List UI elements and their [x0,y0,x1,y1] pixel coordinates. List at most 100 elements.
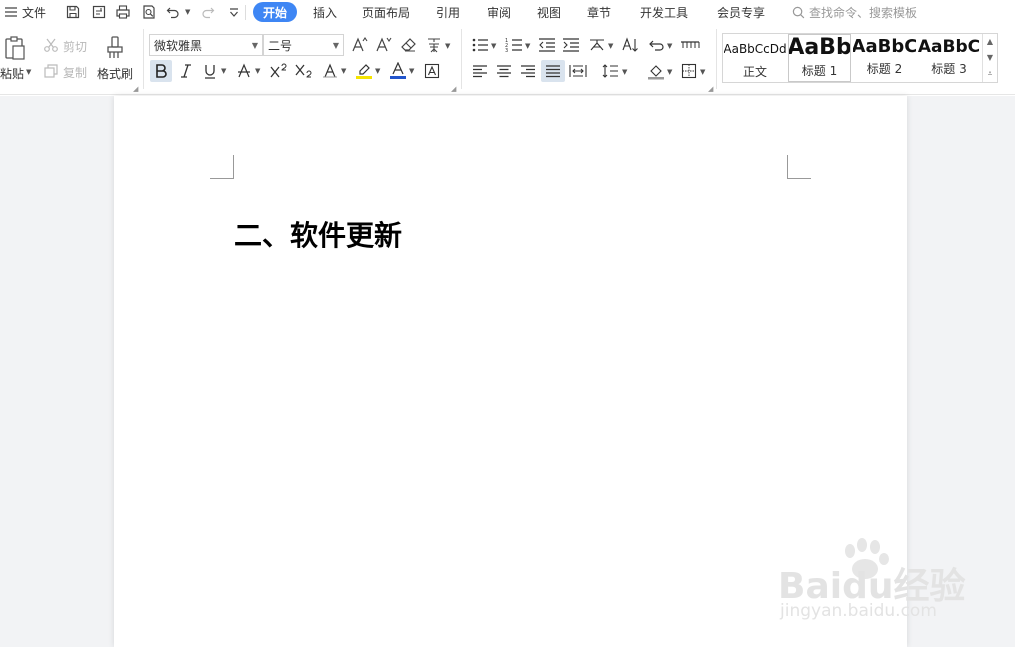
increase-indent-icon[interactable] [561,35,581,55]
expand-gallery-icon[interactable]: ⩡ [988,69,993,79]
font-size-select[interactable]: 二号 ▼ [263,34,344,56]
tab-home[interactable]: 开始 [253,2,297,22]
print-icon[interactable] [114,3,132,21]
increase-font-size-icon[interactable] [350,35,370,55]
style-name: 正文 [742,65,767,79]
style-heading-1[interactable]: AaBb 标题 1 [788,34,851,82]
decrease-indent-icon[interactable] [537,35,557,55]
copy-button[interactable]: 复制 [63,64,87,81]
style-preview: AaBb [788,35,851,60]
bullet-dropdown-icon[interactable]: ▼ [491,42,496,50]
marks-dropdown-icon[interactable]: ▼ [667,42,672,50]
phonetic-dropdown-icon[interactable]: ▼ [445,42,450,50]
tab-page-layout[interactable]: 页面布局 [362,4,410,21]
style-name: 标题 3 [931,62,967,76]
font-size-value: 二号 [268,38,293,53]
text-effects-dropdown-icon[interactable]: ▼ [341,67,346,75]
numbering-dropdown-icon[interactable]: ▼ [525,42,530,50]
menu-bar: 文件 ▼ 开始 插入 页面布局 引用 审阅 视图 章节 开发工具 会员专享 查找… [0,0,1015,25]
font-name-value: 微软雅黑 [154,38,203,53]
justify-icon[interactable] [541,60,565,82]
chevron-down-icon: ▼ [332,40,339,50]
styles-scrollbar[interactable]: ▲ ▼ ⩡ [982,34,997,82]
font-color-dropdown-icon[interactable]: ▼ [409,67,414,75]
chevron-down-icon[interactable]: ▼ [987,53,993,62]
font-color-button[interactable] [388,60,408,82]
cut-button[interactable]: 剪切 [63,38,87,55]
style-heading-3[interactable]: AaBbC 标题 3 [918,34,980,82]
highlight-color-button[interactable] [354,60,374,82]
shading-dropdown-icon[interactable]: ▼ [667,68,672,76]
style-preview: AaBbC [853,36,916,57]
undo-icon[interactable] [164,3,182,21]
underline-button[interactable] [200,60,220,82]
strikethrough-dropdown-icon[interactable]: ▼ [255,67,260,75]
document-heading[interactable]: 二、软件更新 [234,214,402,254]
chevron-up-icon[interactable]: ▲ [987,37,993,46]
subscript-button[interactable] [293,60,315,82]
file-menu[interactable]: 文件 [22,4,46,21]
text-effects-button[interactable] [320,60,340,82]
style-preview: AaBbC [918,37,980,57]
align-left-icon[interactable] [470,61,490,81]
bullet-list-icon[interactable] [470,35,490,55]
clipboard-launcher-icon[interactable]: ◢ [133,85,138,93]
font-name-select[interactable]: 微软雅黑 ▼ [149,34,263,56]
borders-icon[interactable] [679,61,699,81]
style-normal[interactable]: AaBbCcDd 正文 [724,34,786,82]
chinese-layout-icon[interactable] [587,35,607,55]
save-icon[interactable] [64,3,82,21]
style-name: 标题 1 [801,64,838,78]
search-placeholder: 查找命令、搜索模板 [809,6,918,20]
chinese-layout-dropdown-icon[interactable]: ▼ [608,42,613,50]
show-hide-marks-icon[interactable] [646,35,666,55]
undo-dropdown-icon[interactable]: ▼ [185,8,190,16]
paste-button[interactable]: 粘贴 [0,65,24,82]
clear-formatting-icon[interactable] [399,35,419,55]
line-spacing-icon[interactable] [600,61,620,81]
margin-marker-top-right [787,155,811,179]
font-launcher-icon[interactable]: ◢ [451,85,456,93]
tab-developer-tools[interactable]: 开发工具 [640,4,688,21]
tab-insert[interactable]: 插入 [313,4,337,21]
hamburger-icon[interactable] [2,3,20,21]
paragraph-launcher-icon[interactable]: ◢ [708,85,713,93]
redo-icon[interactable] [199,3,217,21]
style-heading-2[interactable]: AaBbC 标题 2 [853,34,916,82]
numbered-list-icon[interactable]: 123 [504,35,524,55]
highlight-dropdown-icon[interactable]: ▼ [375,67,380,75]
tab-review[interactable]: 审阅 [487,4,511,21]
export-pdf-icon[interactable] [90,3,108,21]
decrease-font-size-icon[interactable] [374,35,394,55]
align-right-icon[interactable] [518,61,538,81]
print-preview-icon[interactable] [140,3,158,21]
tab-references[interactable]: 引用 [436,4,460,21]
paste-dropdown-icon[interactable]: ▼ [26,68,31,76]
italic-button[interactable] [176,60,196,82]
distributed-align-icon[interactable] [568,61,588,81]
command-search[interactable]: 查找命令、搜索模板 [792,4,917,21]
phonetic-guide-icon[interactable] [424,35,444,55]
customize-toolbar-icon[interactable] [225,3,243,21]
format-painter-icon[interactable] [103,34,127,62]
shading-icon[interactable] [646,61,666,81]
paste-icon[interactable] [2,34,28,62]
sort-icon[interactable] [620,35,640,55]
style-name: 标题 2 [866,62,903,76]
superscript-button[interactable] [268,60,290,82]
underline-dropdown-icon[interactable]: ▼ [221,67,226,75]
strikethrough-button[interactable] [234,60,254,82]
format-painter-button[interactable]: 格式刷 [97,65,133,82]
bold-button[interactable] [150,60,172,82]
tab-section[interactable]: 章节 [587,4,611,21]
align-center-icon[interactable] [494,61,514,81]
tab-view[interactable]: 视图 [537,4,561,21]
character-border-button[interactable] [422,60,442,82]
tab-stops-icon[interactable] [679,35,701,55]
watermark: Baidu经验 jingyan.baidu.com [778,535,968,630]
ribbon-divider [716,29,717,89]
line-spacing-dropdown-icon[interactable]: ▼ [622,68,627,76]
tab-member-exclusive[interactable]: 会员专享 [717,4,765,21]
copy-icon [42,62,60,80]
borders-dropdown-icon[interactable]: ▼ [700,68,705,76]
